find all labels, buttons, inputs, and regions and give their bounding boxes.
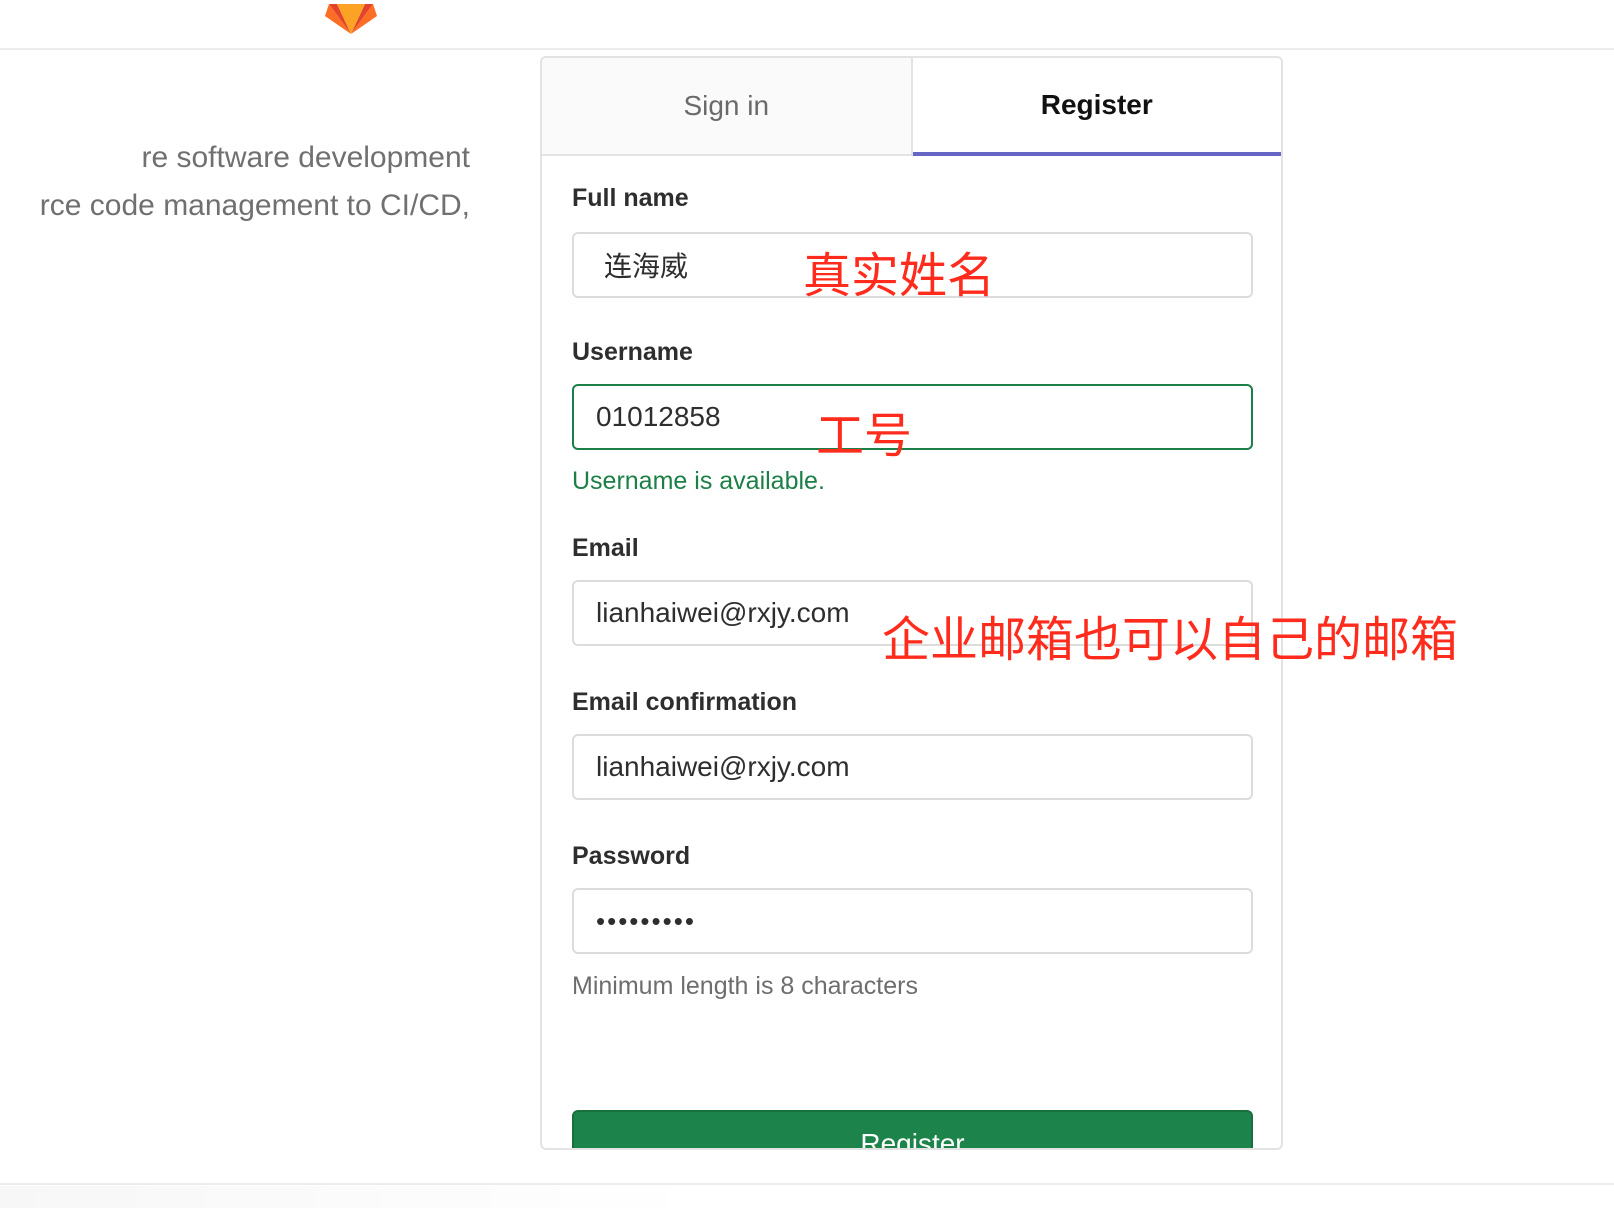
top-header bbox=[0, 0, 1614, 50]
password-field[interactable]: ••••••••• bbox=[572, 888, 1253, 954]
tab-register[interactable]: Register bbox=[912, 58, 1281, 156]
password-label: Password bbox=[572, 842, 691, 870]
intro-line-2: rce code management to CI/CD, bbox=[39, 189, 470, 222]
annotation-username: 工号 bbox=[816, 408, 913, 464]
username-label: Username bbox=[572, 338, 693, 366]
annotation-email: 企业邮箱也可以自己的邮箱 bbox=[882, 612, 1459, 668]
username-status: Username is available. bbox=[572, 467, 825, 495]
page: re software development rce code managem… bbox=[0, 0, 1614, 1208]
auth-tabs: Sign in Register bbox=[542, 58, 1281, 156]
gitlab-tanuki-icon[interactable] bbox=[325, 0, 377, 36]
register-button[interactable]: Register bbox=[572, 1110, 1253, 1148]
footer-divider bbox=[0, 1183, 1614, 1185]
password-hint: Minimum length is 8 characters bbox=[572, 972, 918, 1000]
tab-sign-in[interactable]: Sign in bbox=[542, 58, 913, 154]
email-label: Email bbox=[572, 534, 639, 562]
annotation-full-name: 真实姓名 bbox=[803, 248, 996, 304]
intro-text: re software development rce code managem… bbox=[0, 134, 470, 230]
email-confirmation-field[interactable]: lianhaiwei@rxjy.com bbox=[572, 734, 1253, 800]
footer-shadow bbox=[0, 1186, 700, 1208]
intro-line-1: re software development bbox=[141, 141, 470, 174]
username-field[interactable]: 01012858 bbox=[572, 384, 1253, 450]
email-confirmation-label: Email confirmation bbox=[572, 688, 798, 716]
full-name-label: Full name bbox=[572, 184, 689, 212]
